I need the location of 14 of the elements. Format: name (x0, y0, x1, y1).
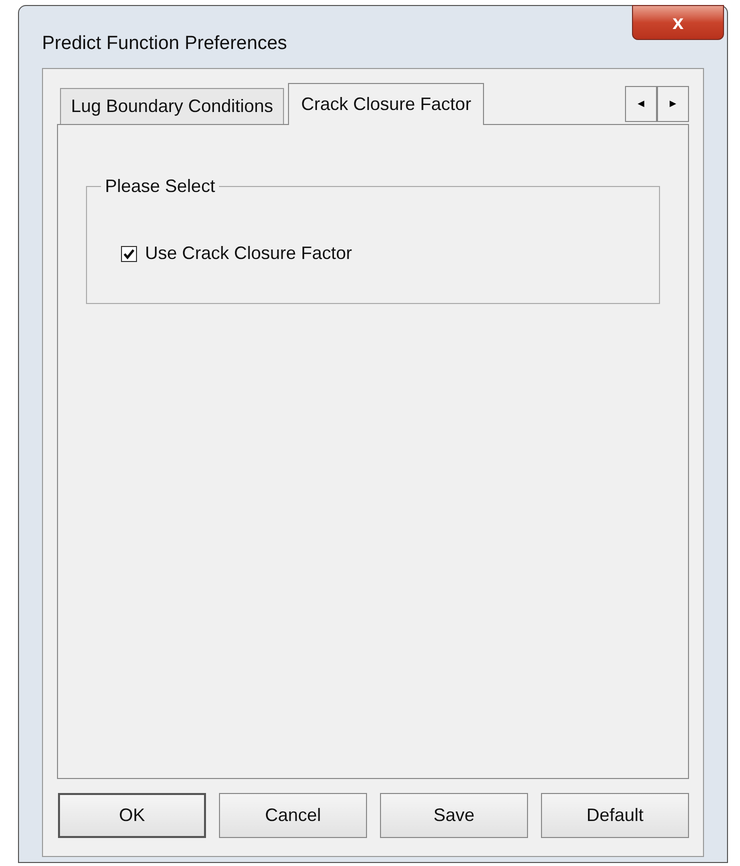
dialog-button[interactable]: Save (380, 793, 528, 838)
dialog-button[interactable]: OK (58, 793, 206, 838)
checkbox[interactable] (121, 246, 137, 262)
dialog-button[interactable]: Cancel (219, 793, 368, 838)
scroll-left-button[interactable]: ◄ (625, 86, 657, 122)
window-title: Predict Function Preferences (42, 32, 288, 56)
tab[interactable]: Lug Boundary Conditions (60, 88, 284, 124)
dialog-button[interactable]: Default (541, 793, 690, 838)
tab[interactable]: Crack Closure Factor (288, 83, 484, 125)
check-icon (123, 248, 135, 260)
checkbox-label: Use Crack Closure Factor (145, 242, 352, 265)
group-title: Please Select (104, 175, 216, 198)
close-button[interactable]: x (632, 5, 724, 40)
scroll-right-button[interactable]: ► (657, 86, 689, 122)
